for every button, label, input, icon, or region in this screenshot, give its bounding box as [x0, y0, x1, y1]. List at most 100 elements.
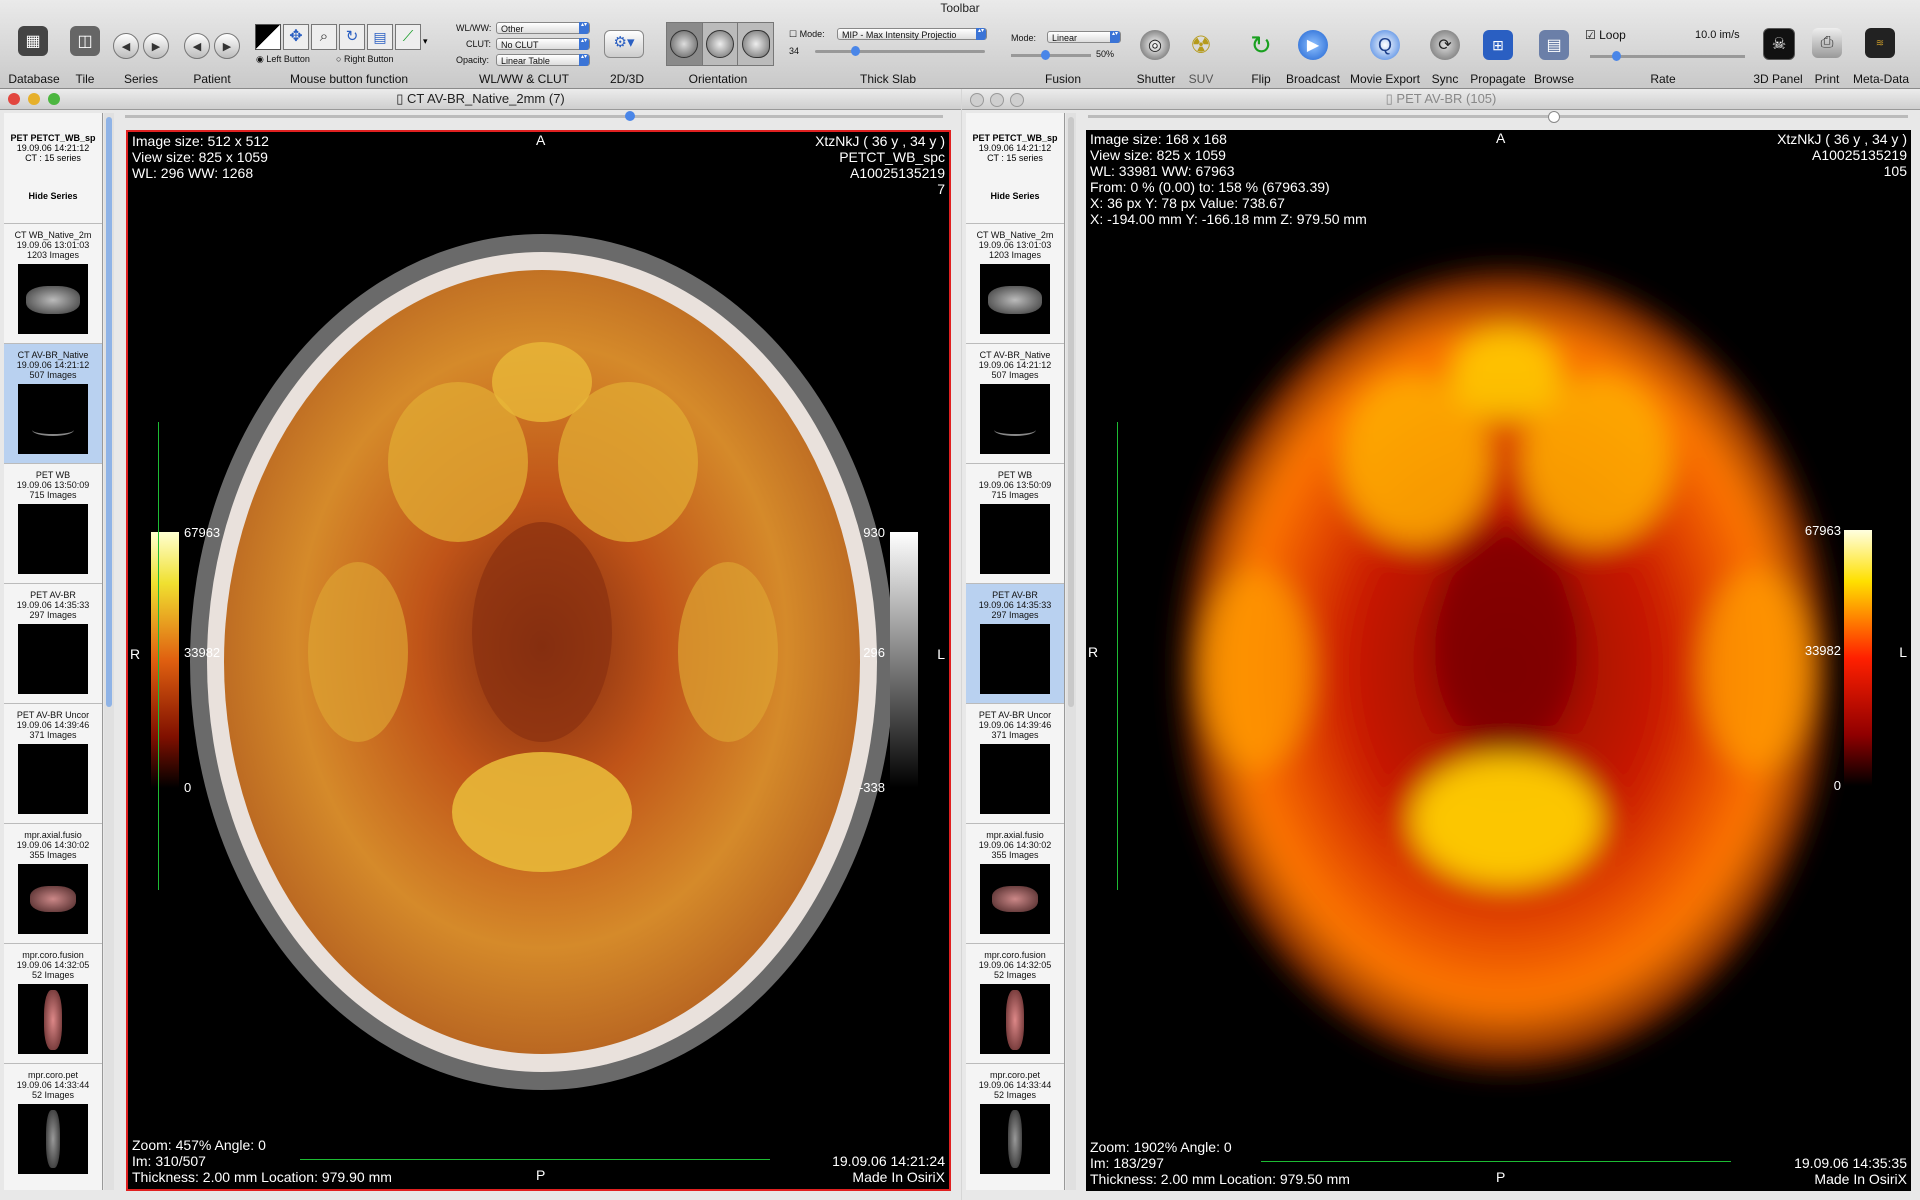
- movie-export-button[interactable]: Q: [1370, 30, 1400, 60]
- series-item[interactable]: PET AV-BR Uncor 19.09.06 14:39:46 371 Imag…: [4, 703, 102, 823]
- series-item[interactable]: PET AV-BR 19.09.06 14:35:33 297 Images: [4, 583, 102, 703]
- left-button-label: Left Button: [266, 54, 310, 64]
- hide-series-button[interactable]: Hide Series: [4, 191, 102, 201]
- print-button[interactable]: ⎙: [1812, 28, 1842, 58]
- series-count: 371 Images: [29, 730, 77, 740]
- left-image-viewer[interactable]: Image size: 512 x 512 View size: 825 x 1…: [126, 130, 951, 1191]
- loop-checkbox[interactable]: ☑ Loop: [1585, 28, 1626, 42]
- series-count: 52 Images: [31, 1090, 75, 1100]
- minimize-icon[interactable]: [990, 93, 1004, 107]
- series-item[interactable]: mpr.axial.fusio 19.09.06 14:30:02 355 Imag…: [4, 823, 102, 943]
- rate-slider-knob[interactable]: [1612, 51, 1621, 61]
- series-date: 19.09.06 13:01:03: [16, 240, 90, 250]
- left-window-titlebar: ▯ CT AV-BR_Native_2mm (7): [0, 89, 961, 110]
- ct-mid-value: 296: [863, 645, 885, 660]
- clut-popup[interactable]: No CLUT: [496, 38, 590, 50]
- tile-button[interactable]: ◫: [70, 26, 100, 56]
- slab-mode-checkbox[interactable]: ☐ Mode:: [789, 29, 825, 40]
- right-button-radio[interactable]: ○ Right Button: [336, 54, 393, 64]
- mm-position-text: X: -194.00 mm Y: -166.18 mm Z: 979.50 mm: [1090, 211, 1367, 227]
- suv-button[interactable]: ☢: [1186, 30, 1216, 60]
- fusion-mode-popup[interactable]: Linear: [1047, 31, 1121, 43]
- right-image-slider[interactable]: [1088, 111, 1908, 123]
- tool-menu-arrow-icon[interactable]: ▾: [423, 24, 433, 48]
- right-image-viewer[interactable]: Image size: 168 x 168 View size: 825 x 1…: [1086, 130, 1911, 1191]
- series-item[interactable]: PET WB 19.09.06 13:50:09 715 Images: [966, 463, 1064, 583]
- close-icon[interactable]: [8, 93, 20, 105]
- series-item[interactable]: mpr.axial.fusio 19.09.06 14:30:02 355 Imag…: [966, 823, 1064, 943]
- patient-prev-button[interactable]: ◀: [184, 33, 210, 59]
- series-item[interactable]: mpr.coro.fusion 19.09.06 14:32:05 52 Image…: [966, 943, 1064, 1063]
- zoom-window-icon[interactable]: [1010, 93, 1024, 107]
- rotate-tool-icon[interactable]: ↻: [339, 24, 365, 50]
- series-item[interactable]: CT WB_Native_2m 19.09.06 13:01:03 1203 Ima…: [966, 223, 1064, 343]
- series-name: mpr.coro.pet: [989, 1070, 1041, 1080]
- orientation-top: A: [536, 132, 546, 148]
- series-count: 297 Images: [29, 610, 77, 620]
- minimize-icon[interactable]: [28, 93, 40, 105]
- zoom-tool-icon[interactable]: ⌕: [311, 24, 337, 50]
- right-sidebar-scroll-thumb[interactable]: [1068, 117, 1074, 707]
- series-item[interactable]: CT AV-BR_Native 19.09.06 14:21:12 507 Imag…: [966, 343, 1064, 463]
- series-thumbnail: [18, 384, 88, 454]
- left-sidebar-scrollbar[interactable]: [104, 113, 114, 1190]
- opacity-popup[interactable]: Linear Table: [496, 54, 590, 66]
- sagittal-orientation-button[interactable]: [737, 23, 773, 65]
- hide-series-button[interactable]: Hide Series: [966, 191, 1064, 201]
- measure-tool-icon[interactable]: ⟋: [395, 24, 421, 50]
- series-thumbnail: [980, 624, 1050, 694]
- zoom-window-icon[interactable]: [48, 93, 60, 105]
- right-image-slider-knob[interactable]: [1548, 111, 1560, 123]
- scroll-tool-icon[interactable]: ▤: [367, 24, 393, 50]
- rate-slider[interactable]: [1590, 51, 1745, 61]
- wlww-tool-icon[interactable]: [255, 24, 281, 50]
- vertical-scale-ruler: [1117, 422, 1118, 890]
- flip-button[interactable]: ↻: [1246, 30, 1276, 60]
- series-item[interactable]: mpr.coro.fusion 19.09.06 14:32:05 52 Image…: [4, 943, 102, 1063]
- series-next-button[interactable]: ▶: [143, 33, 169, 59]
- series-item[interactable]: mpr.coro.pet 19.09.06 14:33:44 52 Images: [966, 1063, 1064, 1183]
- series-item-selected[interactable]: CT AV-BR_Native 19.09.06 14:21:12 507 Imag…: [4, 343, 102, 463]
- series-date: 19.09.06 14:35:33: [16, 600, 90, 610]
- left-sidebar-scroll-thumb[interactable]: [106, 117, 112, 707]
- move-tool-icon[interactable]: ✥: [283, 24, 309, 50]
- series-item[interactable]: CT WB_Native_2m 19.09.06 13:01:03 1203 Ima…: [4, 223, 102, 343]
- 2d3d-gear-button[interactable]: ⚙▾: [604, 30, 644, 58]
- left-image-slider[interactable]: [125, 111, 943, 121]
- series-item[interactable]: mpr.coro.pet 19.09.06 14:33:44 52 Images: [4, 1063, 102, 1183]
- series-name: mpr.axial.fusio: [986, 830, 1044, 840]
- propagate-button[interactable]: ⊞: [1483, 30, 1513, 60]
- series-item[interactable]: PET WB 19.09.06 13:50:09 715 Images: [4, 463, 102, 583]
- slab-slider-knob[interactable]: [851, 46, 860, 56]
- fusion-slider[interactable]: [1011, 50, 1091, 60]
- right-sidebar-scrollbar[interactable]: [1066, 113, 1076, 1190]
- coronal-orientation-button[interactable]: [701, 23, 738, 65]
- left-image-slider-knob[interactable]: [625, 111, 635, 121]
- series-prev-button[interactable]: ◀: [113, 33, 139, 59]
- axial-orientation-button[interactable]: [667, 23, 702, 65]
- series-item-selected[interactable]: PET AV-BR 19.09.06 14:35:33 297 Images: [966, 583, 1064, 703]
- flip-label: Flip: [1251, 72, 1271, 86]
- acquisition-time-text: 19.09.06 14:21:24: [832, 1153, 945, 1169]
- sync-button[interactable]: ⟳: [1430, 30, 1460, 60]
- fusion-slider-knob[interactable]: [1041, 50, 1050, 60]
- wlww-popup[interactable]: Other: [496, 22, 590, 34]
- broadcast-button[interactable]: ▶: [1298, 30, 1328, 60]
- browse-button[interactable]: ▤: [1539, 30, 1569, 60]
- patient-next-button[interactable]: ▶: [214, 33, 240, 59]
- shutter-button[interactable]: ◎: [1140, 30, 1170, 60]
- series-count: 355 Images: [991, 850, 1039, 860]
- made-in-osirix-text: Made In OsiriX: [1814, 1171, 1907, 1187]
- database-button[interactable]: ▦: [18, 26, 48, 56]
- left-button-radio[interactable]: ◉ Left Button: [256, 54, 310, 65]
- series-count: 52 Images: [31, 970, 75, 980]
- series-name: PET AV-BR Uncor: [978, 710, 1052, 720]
- slab-mode-popup[interactable]: MIP - Max Intensity Projectio: [837, 28, 987, 40]
- 3d-panel-button[interactable]: ☠: [1763, 28, 1795, 60]
- slab-slider[interactable]: [815, 46, 985, 56]
- close-icon[interactable]: [970, 93, 984, 107]
- series-count: 1203 Images: [26, 250, 80, 260]
- metadata-button[interactable]: ≋: [1865, 28, 1895, 58]
- series-item[interactable]: PET AV-BR Uncor 19.09.06 14:39:46 371 Imag…: [966, 703, 1064, 823]
- 3d-panel-label: 3D Panel: [1753, 72, 1803, 86]
